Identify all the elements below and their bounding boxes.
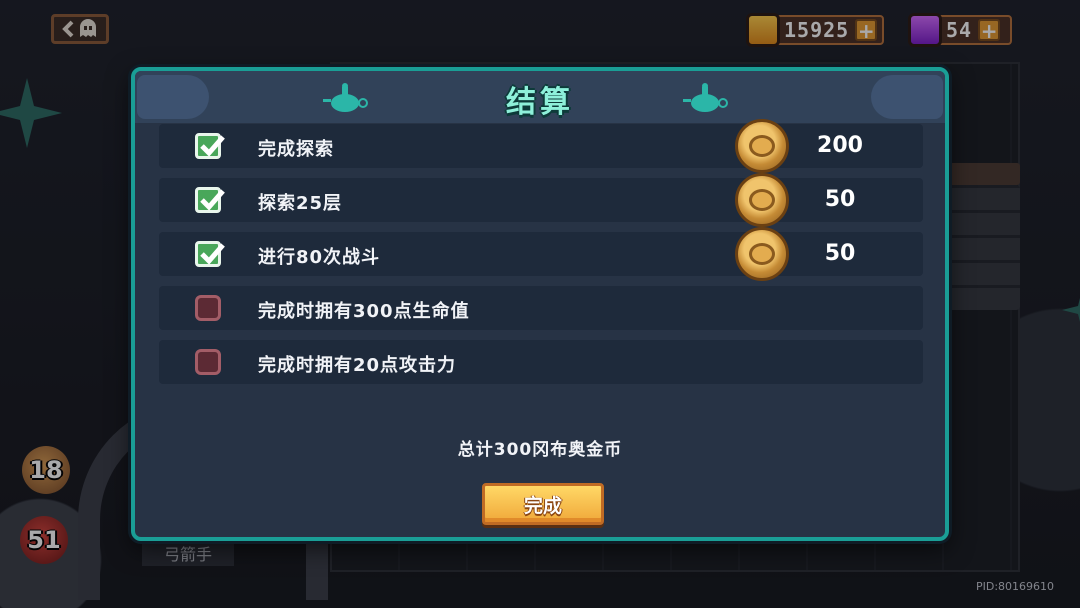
task-row: 进行80次战斗 50 bbox=[159, 227, 923, 281]
task-row: 完成时拥有20点攻击力 bbox=[159, 340, 923, 384]
dialog-title: 结算 bbox=[506, 85, 574, 120]
gold-coin-icon bbox=[735, 173, 789, 227]
gold-coin-icon bbox=[735, 119, 789, 173]
task-row: 完成时拥有300点生命值 bbox=[159, 286, 923, 330]
confirm-button[interactable]: 完成 bbox=[482, 483, 604, 525]
task-label: 完成探索 bbox=[258, 139, 334, 160]
task-label: 完成时拥有20点攻击力 bbox=[258, 355, 457, 376]
unchecked-box-icon bbox=[195, 349, 221, 375]
settlement-dialog: 结算 完成探索 200 探索25层 50 进行80次战斗 50 完成时拥有300… bbox=[131, 67, 949, 541]
dialog-header: 结算 bbox=[135, 71, 945, 123]
task-row: 探索25层 50 bbox=[159, 173, 923, 227]
checkmark-icon bbox=[195, 241, 225, 267]
unchecked-box-icon bbox=[195, 295, 221, 321]
task-label: 进行80次战斗 bbox=[258, 247, 381, 268]
checkmark-icon bbox=[195, 187, 225, 213]
reward-amount: 50 bbox=[824, 187, 856, 212]
gold-coin-icon bbox=[735, 227, 789, 281]
task-label: 探索25层 bbox=[258, 193, 343, 214]
task-list: 完成探索 200 探索25层 50 进行80次战斗 50 完成时拥有300点生命… bbox=[159, 119, 923, 394]
task-label: 完成时拥有300点生命值 bbox=[258, 301, 470, 322]
task-row: 完成探索 200 bbox=[159, 119, 923, 173]
reward-amount: 50 bbox=[824, 241, 856, 266]
total-reward-text: 总计300冈布奥金币 bbox=[457, 440, 623, 460]
reward-amount: 200 bbox=[817, 133, 863, 158]
checkmark-icon bbox=[195, 133, 225, 159]
submarine-icon bbox=[683, 83, 728, 112]
